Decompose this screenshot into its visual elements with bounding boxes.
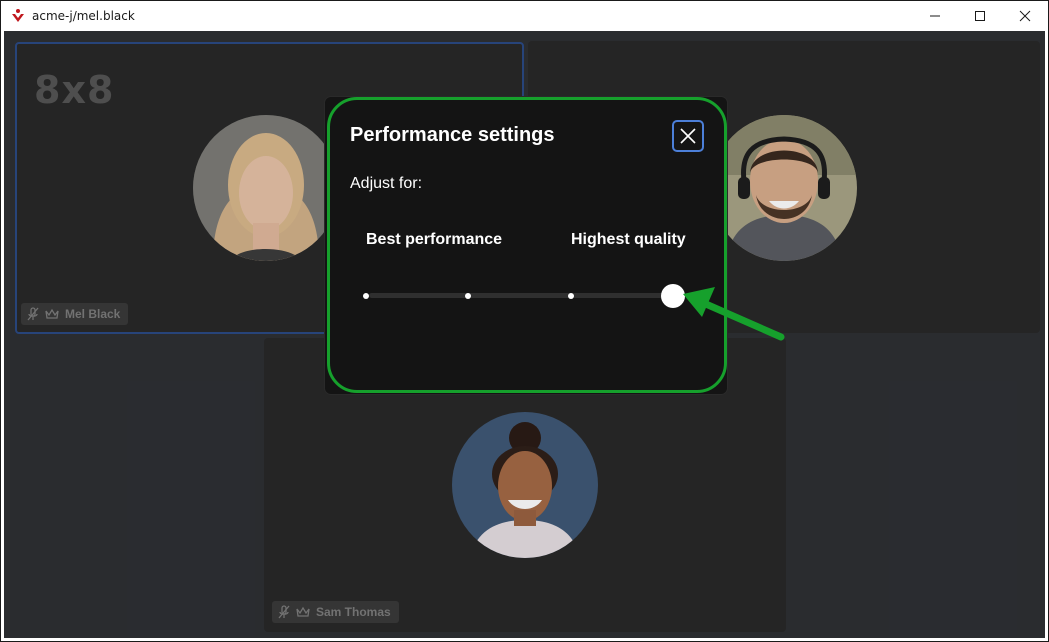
window-title: acme-j/mel.black bbox=[32, 9, 135, 23]
minimize-icon bbox=[930, 15, 940, 17]
close-icon bbox=[1019, 10, 1031, 22]
avatar bbox=[452, 412, 598, 558]
avatar bbox=[711, 115, 857, 261]
slider-step-dot[interactable] bbox=[465, 293, 472, 299]
nametag: Sam Thomas bbox=[272, 601, 399, 623]
annotation-arrow-icon bbox=[683, 287, 785, 341]
slider-track[interactable] bbox=[369, 293, 675, 298]
maximize-icon bbox=[975, 11, 985, 21]
participant-name: Mel Black bbox=[65, 307, 121, 321]
slider-step-dot[interactable] bbox=[567, 293, 574, 299]
maximize-button[interactable] bbox=[957, 1, 1003, 31]
window-close-button[interactable] bbox=[1002, 1, 1048, 31]
app-window: acme-j/mel.black 8x8 Mel Black Sam Thoma… bbox=[0, 0, 1049, 642]
participant-name: Sam Thomas bbox=[316, 605, 391, 619]
adjust-for-label: Adjust for: bbox=[350, 175, 423, 192]
mic-muted-icon bbox=[27, 307, 39, 321]
avatar bbox=[193, 115, 339, 261]
avatar-photo-woman bbox=[193, 115, 339, 261]
avatar-photo-man bbox=[711, 115, 857, 261]
nametag: Mel Black bbox=[21, 303, 129, 325]
dialog-title: Performance settings bbox=[350, 124, 555, 146]
app-logo-icon bbox=[12, 9, 24, 22]
moderator-crown-icon bbox=[45, 308, 59, 319]
minimize-button[interactable] bbox=[912, 1, 958, 31]
moderator-crown-icon bbox=[296, 606, 310, 617]
avatar-photo-woman bbox=[452, 412, 598, 558]
quality-slider[interactable] bbox=[363, 281, 685, 311]
highest-quality-label: Highest quality bbox=[571, 231, 686, 248]
title-bar[interactable]: acme-j/mel.black bbox=[1, 1, 1048, 31]
mic-muted-icon bbox=[278, 605, 290, 619]
best-performance-label: Best performance bbox=[366, 231, 503, 248]
dialog-close-button[interactable] bbox=[672, 120, 704, 152]
brand-logo: 8x8 bbox=[34, 68, 115, 112]
slider-step-dot[interactable] bbox=[363, 293, 369, 299]
close-icon bbox=[680, 128, 696, 144]
